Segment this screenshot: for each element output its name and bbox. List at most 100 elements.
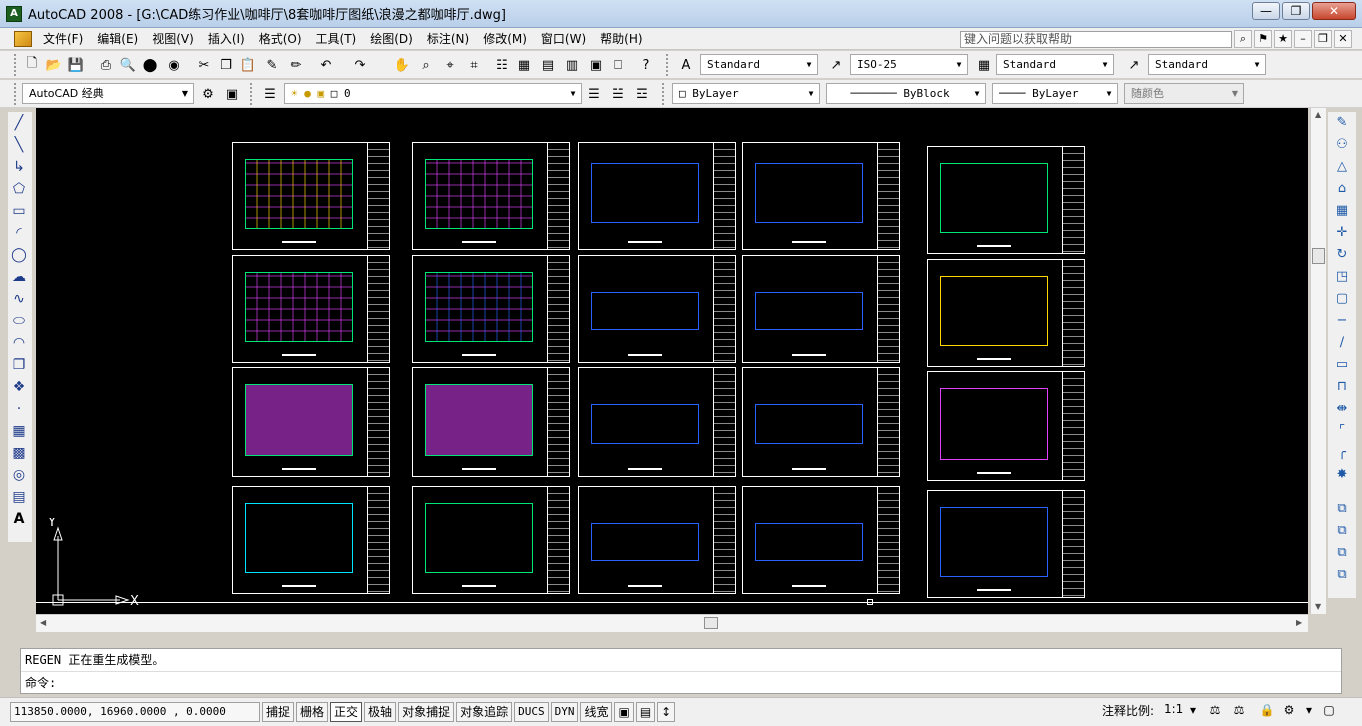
drawing-sheet[interactable] <box>927 259 1085 367</box>
rotate-icon[interactable]: ↻ <box>1330 244 1354 266</box>
match-properties-icon[interactable]: ✎ <box>262 55 282 75</box>
draw-order-front-icon[interactable]: ⧉ <box>1330 498 1354 520</box>
break-at-point-icon[interactable]: ▭ <box>1330 354 1354 376</box>
plot-icon[interactable]: ⎙ <box>96 55 116 75</box>
vertical-scrollbar[interactable]: ▲ ▼ <box>1310 108 1326 614</box>
drawing-sheet[interactable] <box>412 255 570 363</box>
sheet-set-icon[interactable]: ▥ <box>562 55 582 75</box>
clean-screen-icon[interactable]: ▢ <box>1320 701 1338 719</box>
annotation-scale-value[interactable]: 1:1 <box>1164 702 1183 716</box>
drawing-sheet[interactable] <box>232 367 390 477</box>
move-icon[interactable]: ✛ <box>1330 222 1354 244</box>
scroll-down-arrow-icon[interactable]: ▼ <box>1315 602 1321 611</box>
make-layer-current-icon[interactable]: ☰ <box>584 84 604 104</box>
dim-style-select[interactable]: ISO-25 ▼ <box>850 54 968 75</box>
new-file-icon[interactable]: 🗋 <box>22 55 42 75</box>
extend-icon[interactable]: ∕ <box>1330 332 1354 354</box>
workspace-select[interactable]: AutoCAD 经典 ▼ <box>22 83 194 104</box>
copy-icon[interactable]: ❐ <box>216 55 236 75</box>
toolbar-grip[interactable] <box>14 54 18 76</box>
multileader-style-select[interactable]: Standard ▼ <box>1148 54 1266 75</box>
horizontal-scrollbar[interactable]: ◀ ▶ <box>36 614 1308 632</box>
toolbar-grip[interactable] <box>662 83 666 105</box>
horizontal-scroll-thumb[interactable] <box>704 617 718 629</box>
workspace-settings-icon[interactable]: ⚙ <box>198 84 218 104</box>
menu-window[interactable]: 窗口(W) <box>534 28 593 50</box>
layer-select[interactable]: ☀ ● ▣ □ 0 ▼ <box>284 83 582 104</box>
text-style-select[interactable]: Standard ▼ <box>700 54 818 75</box>
coordinate-readout[interactable]: 113850.0000, 16960.0000 , 0.0000 <box>10 702 260 722</box>
table-style-select[interactable]: Standard ▼ <box>996 54 1114 75</box>
mirror-icon[interactable]: △ <box>1330 156 1354 178</box>
explode-icon[interactable]: ✸ <box>1330 464 1354 486</box>
scroll-right-arrow-icon[interactable]: ▶ <box>1296 618 1302 627</box>
drawing-sheet[interactable] <box>578 486 736 594</box>
offset-icon[interactable]: ⌂ <box>1330 178 1354 200</box>
draw-order-above-icon[interactable]: ⧉ <box>1330 542 1354 564</box>
layer-previous-icon[interactable]: ☱ <box>608 84 628 104</box>
polygon-icon[interactable]: ⬠ <box>8 178 30 200</box>
drawing-sheet[interactable] <box>742 255 900 363</box>
menu-file[interactable]: 文件(F) <box>36 28 90 50</box>
3d-dwf-icon[interactable]: ◉ <box>164 55 184 75</box>
table-style-icon[interactable]: ▦ <box>974 55 994 75</box>
drawing-sheet[interactable] <box>412 486 570 594</box>
menu-help[interactable]: 帮助(H) <box>593 28 649 50</box>
insert-block-icon[interactable]: ❐ <box>8 354 30 376</box>
circle-icon[interactable]: ◯ <box>8 244 30 266</box>
plot-style-select[interactable]: 随颜色 ▼ <box>1124 83 1244 104</box>
scroll-up-arrow-icon[interactable]: ▲ <box>1315 110 1321 119</box>
quick-view-icon[interactable]: ↕ <box>657 702 676 722</box>
chamfer-icon[interactable]: ⌜ <box>1330 420 1354 442</box>
redo-icon[interactable]: ↷ <box>350 55 370 75</box>
zoom-realtime-icon[interactable]: ⌕ <box>416 55 436 75</box>
draw-order-back-icon[interactable]: ⧉ <box>1330 520 1354 542</box>
make-block-icon[interactable]: ❖ <box>8 376 30 398</box>
markup-icon[interactable]: ▣ <box>586 55 606 75</box>
drawing-sheet[interactable] <box>742 367 900 477</box>
grid-button[interactable]: 栅格 <box>296 702 329 722</box>
annotation-visibility-icon[interactable]: ⚖ <box>1206 701 1224 719</box>
construction-line-icon[interactable]: ╲ <box>8 134 30 156</box>
drawing-sheet[interactable] <box>232 486 390 594</box>
drawing-sheet[interactable] <box>232 142 390 250</box>
drawing-sheet[interactable] <box>232 255 390 363</box>
restore-button[interactable]: ❐ <box>1282 2 1310 20</box>
design-center-icon[interactable]: ▦ <box>514 55 534 75</box>
join-icon[interactable]: ⇼ <box>1330 398 1354 420</box>
color-select[interactable]: □ ByLayer ▼ <box>672 83 820 104</box>
workspace-lock-icon[interactable]: ▣ <box>222 84 242 104</box>
publish-icon[interactable]: ⬤ <box>140 55 160 75</box>
close-button[interactable]: ✕ <box>1312 2 1356 20</box>
undo-icon[interactable]: ↶ <box>316 55 336 75</box>
auto-scale-icon[interactable]: ⚖ <box>1230 701 1248 719</box>
save-icon[interactable]: 💾 <box>66 55 86 75</box>
menu-view[interactable]: 视图(V) <box>145 28 201 50</box>
plot-preview-icon[interactable]: 🔍 <box>118 55 138 75</box>
drawing-sheet[interactable] <box>927 371 1085 481</box>
dyn-button[interactable]: DYN <box>550 702 579 722</box>
arc-icon[interactable]: ◜ <box>8 222 30 244</box>
doc-close-icon[interactable]: ✕ <box>1334 30 1352 48</box>
menu-dimension[interactable]: 标注(N) <box>420 28 476 50</box>
block-editor-icon[interactable]: ✏ <box>286 55 306 75</box>
communication-center-icon[interactable]: ⚑ <box>1254 30 1272 48</box>
help-icon[interactable]: ? <box>636 55 656 75</box>
document-icon[interactable] <box>14 30 32 47</box>
model-space-icon[interactable]: ▣ <box>614 702 634 722</box>
erase-icon[interactable]: ✎ <box>1330 112 1354 134</box>
favorites-star-icon[interactable]: ★ <box>1274 30 1292 48</box>
osnap-button[interactable]: 对象捕捉 <box>398 702 455 722</box>
hatch-icon[interactable]: ▦ <box>8 420 30 442</box>
open-file-icon[interactable]: 📂 <box>44 55 64 75</box>
menu-draw[interactable]: 绘图(D) <box>363 28 420 50</box>
drawing-sheet[interactable] <box>742 142 900 250</box>
drawing-sheet[interactable] <box>578 255 736 363</box>
tray-settings-icon[interactable]: ⚙ <box>1280 701 1298 719</box>
search-icon[interactable]: ⌕ <box>1234 30 1252 48</box>
scale-icon[interactable]: ◳ <box>1330 266 1354 288</box>
zoom-window-icon[interactable]: ⌖ <box>440 55 460 75</box>
chevron-down-icon[interactable]: ▾ <box>1300 701 1318 719</box>
stretch-icon[interactable]: ▢ <box>1330 288 1354 310</box>
dim-style-icon[interactable]: ↗ <box>826 55 846 75</box>
